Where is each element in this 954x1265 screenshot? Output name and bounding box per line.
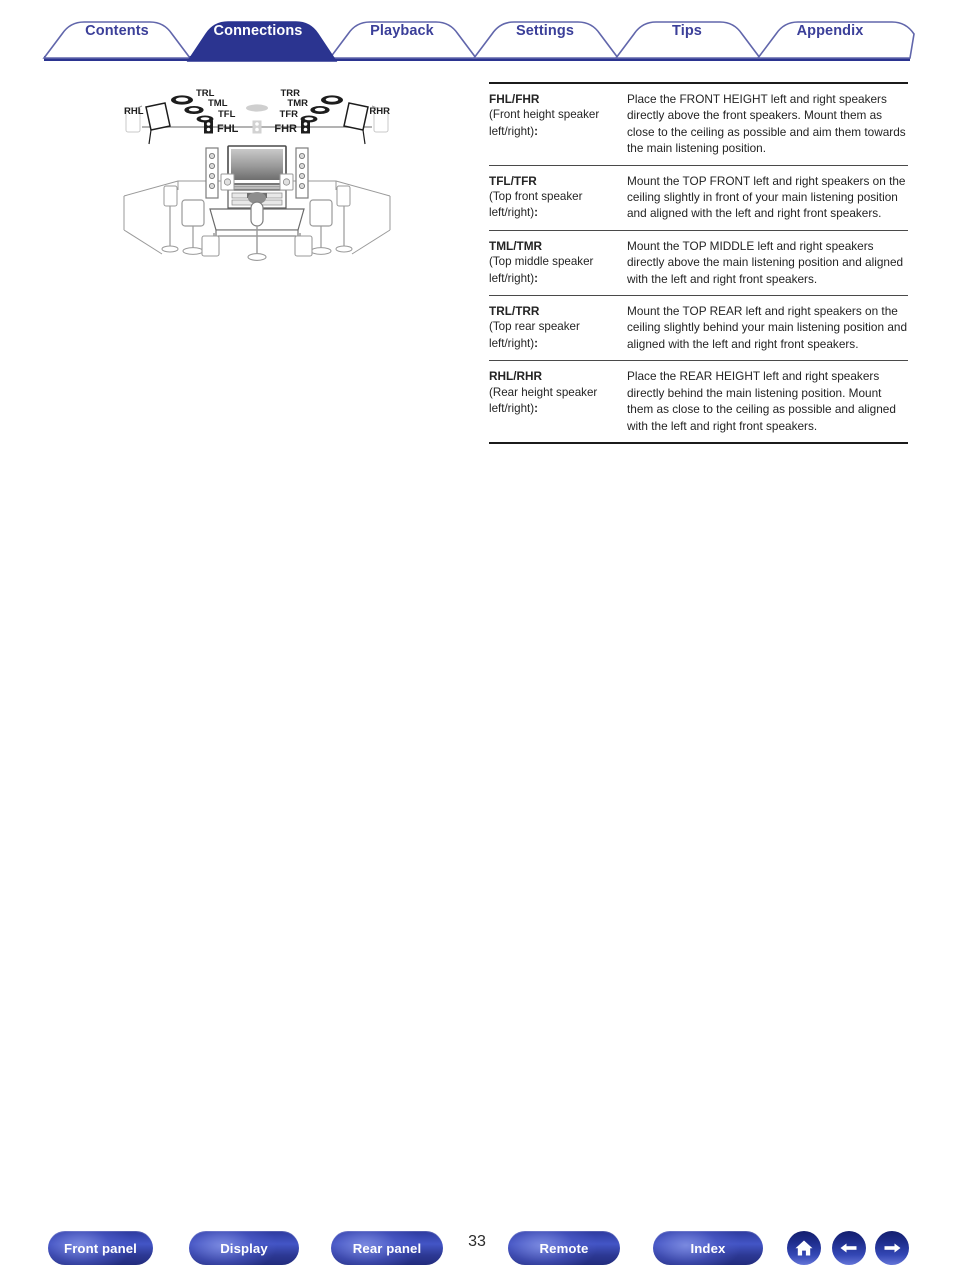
table-cell-value: Mount the TOP MIDDLE left and right spea… [625,230,908,297]
tab-shape-connections-active [186,21,338,62]
front-tower-speaker-left [205,147,219,199]
table-cell-value: Place the REAR HEIGHT left and right spe… [625,360,908,444]
surround-stand-right [309,185,353,255]
table-cell-key: RHL/RHR (Rear height speaker left/right)… [489,360,625,444]
bottom-navigation-bar: Front panel Display Rear panel 33 Remote… [0,612,954,1265]
arrow-right-icon [884,1243,901,1253]
index-button[interactable]: Index [653,1231,763,1265]
speaker-code: TFL/TFR [489,173,537,188]
speaker-desc: (Rear height speaker left/right): [489,385,598,416]
speaker-code: RHL/RHR [489,369,543,384]
label-rhr: RHR [369,106,390,117]
table-cell-key: TFL/TFR (Top front speaker left/right): [489,165,625,231]
label-tml: TML [208,98,228,109]
television [227,145,287,191]
tab-shape-playback [328,21,478,59]
table-cell-value: Mount the TOP REAR left and right speake… [625,295,908,362]
front-panel-button[interactable]: Front panel [48,1231,153,1265]
table-row: FHL/FHR (Front height speaker left/right… [489,81,908,166]
tab-shape-settings [472,21,620,59]
table-cell-key: TML/TMR (Top middle speaker left/right): [489,230,625,297]
speaker-code: TRL/TRR [489,304,540,319]
speaker-code: FHL/FHR [489,92,540,106]
speaker-desc: (Top rear speaker left/right): [489,320,580,350]
ceiling-light [246,104,268,112]
page-number: 33 [468,1233,486,1250]
label-tmr: TMR [287,98,308,109]
table-cell-key: TRL/TRR (Top rear speaker left/right): [489,295,625,362]
forward-button[interactable] [875,1231,909,1265]
speaker-desc: (Top middle speaker left/right): [489,255,594,285]
back-button[interactable] [832,1231,866,1265]
table-cell-value: Place the FRONT HEIGHT left and right sp… [625,81,908,166]
table-row: TRL/TRR (Top rear speaker left/right): M… [489,295,908,362]
table-row: RHL/RHR (Rear height speaker left/right)… [489,360,908,444]
arrow-left-icon [840,1243,857,1253]
speaker-desc: (Top front speaker left/right): [489,190,583,220]
speaker-placement-table: FHL/FHR (Front height speaker left/right… [489,81,908,444]
home-icon [795,1240,813,1256]
home-button[interactable] [787,1231,821,1265]
surround-stand-left [161,185,205,255]
tab-bar-shape [42,21,915,62]
label-rhl: RHL [124,106,144,117]
speaker-desc: (Front height speaker left/right): [489,108,600,138]
table-cell-key: FHL/FHR (Front height speaker left/right… [489,81,625,166]
front-tower-speaker-right [295,147,309,199]
room-illustration: TRL TML TFL TRR TMR TFR RHL RHR FHL FHR [123,88,391,261]
top-tab-bar: Contents Connections Playback Settings T… [0,0,954,64]
table-cell-value: Mount the TOP FRONT left and right speak… [625,165,908,231]
tab-shape-tips [614,21,762,59]
table-row: TFL/TFR (Top front speaker left/right): … [489,165,908,231]
speaker-code: TML/TMR [489,238,543,253]
label-fhl: FHL [217,123,239,135]
tab-shape-contents [42,21,192,59]
label-fhr: FHR [274,123,297,135]
remote-button[interactable]: Remote [508,1231,620,1265]
rear-panel-button[interactable]: Rear panel [331,1231,443,1265]
display-button[interactable]: Display [189,1231,299,1265]
table-row: TML/TMR (Top middle speaker left/right):… [489,230,908,297]
label-tfl: TFL [218,109,236,120]
label-tfr: TFR [280,109,299,120]
speaker-layout-diagram: TRL TML TFL TRR TMR TFR RHL RHR FHL FHR [118,78,396,273]
tab-shape-appendix [756,21,915,59]
